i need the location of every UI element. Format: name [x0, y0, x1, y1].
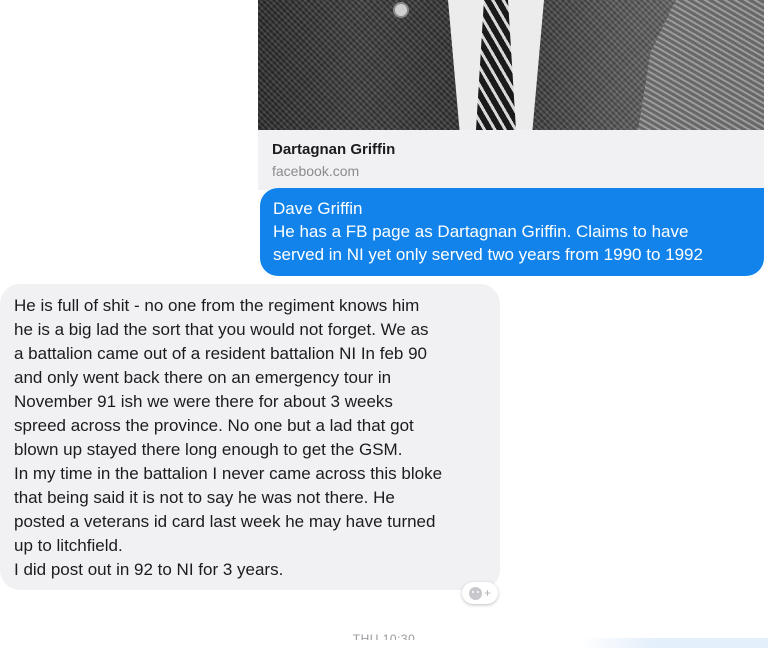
smiley-add-icon — [468, 586, 482, 600]
outgoing-message-bubble[interactable]: Dave Griffin He has a FB page as Dartagn… — [260, 188, 764, 276]
message-line: posted a veterans id card last week he m… — [14, 512, 436, 531]
message-line: In my time in the battalion I never came… — [14, 464, 443, 483]
link-preview-info: Dartagnan Griffin facebook.com — [258, 130, 764, 190]
chat-screen: Dartagnan Griffin facebook.com Dave Grif… — [0, 0, 768, 648]
link-preview-image — [258, 0, 764, 130]
message-line: November 91 ish we were there for about … — [14, 392, 393, 411]
incoming-message-bubble[interactable]: He is full of shit - no one from the reg… — [0, 284, 500, 590]
message-line: He has a FB page as Dartagnan Griffin. C… — [273, 222, 689, 241]
composer-edge — [580, 638, 768, 648]
plus-icon: + — [483, 586, 491, 600]
message-line: blown up stayed there long enough to get… — [14, 440, 403, 459]
message-line: a battalion came out of a resident batta… — [14, 344, 427, 363]
message-line: spreed across the province. No one but a… — [14, 416, 414, 435]
message-line: served in NI yet only served two years f… — [273, 245, 703, 264]
link-preview-domain: facebook.com — [272, 163, 360, 179]
add-reaction-button[interactable]: + — [462, 582, 498, 604]
message-line: Dave Griffin — [273, 199, 363, 218]
message-line: I did post out in 92 to NI for 3 years. — [14, 560, 284, 579]
message-line: and only went back there on an emergency… — [14, 368, 392, 387]
message-line: he is a big lad the sort that you would … — [14, 320, 429, 339]
link-preview-card[interactable]: Dartagnan Griffin facebook.com — [258, 0, 764, 190]
message-line: He is full of shit - no one from the reg… — [14, 296, 420, 315]
link-preview-title: Dartagnan Griffin — [272, 141, 396, 158]
message-line: up to litchfield. — [14, 536, 123, 555]
message-line: that being said it is not to say he was … — [14, 488, 395, 507]
